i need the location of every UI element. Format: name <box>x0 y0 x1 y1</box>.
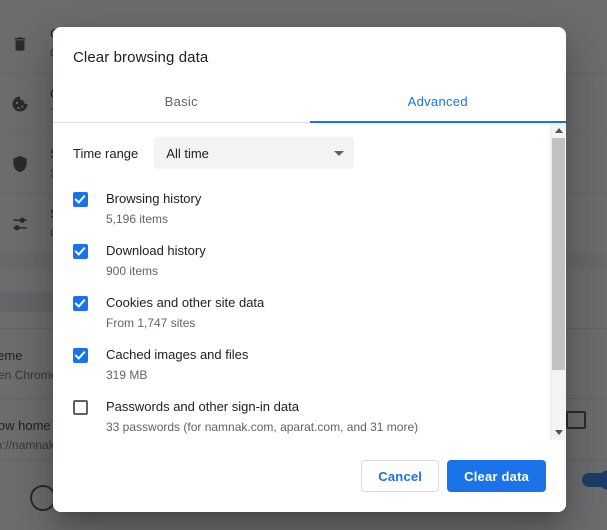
dialog-title: Clear browsing data <box>73 49 209 66</box>
tab-basic[interactable]: Basic <box>53 81 310 122</box>
option-title: Cookies and other site data <box>106 295 265 310</box>
option-title: Passwords and other sign-in data <box>106 399 299 414</box>
option-title: Download history <box>106 243 206 258</box>
dialog-tabs: Basic Advanced <box>53 81 566 123</box>
option-subtitle: 33 passwords (for namnak.com, aparat.com… <box>106 420 419 434</box>
option-text: Passwords and other sign-in data 33 pass… <box>106 398 418 436</box>
option-subtitle: 900 items <box>106 264 159 278</box>
tab-advanced[interactable]: Advanced <box>309 81 567 123</box>
time-range-row: Time range All time <box>53 123 566 175</box>
option-text: Browsing history 5,196 items <box>106 190 201 228</box>
option-cookies[interactable]: Cookies and other site data From 1,747 s… <box>53 287 566 339</box>
checkbox-browsing-history[interactable] <box>73 192 88 207</box>
scrollbar-thumb[interactable] <box>552 138 565 370</box>
checkbox-download-history[interactable] <box>73 244 88 259</box>
checkbox-cached-images[interactable] <box>73 348 88 363</box>
chevron-down-icon <box>334 150 345 156</box>
scroll-up-arrow-icon[interactable] <box>551 123 566 138</box>
option-text: Download history 900 items <box>106 242 206 280</box>
data-type-options-list: Browsing history 5,196 items Download hi… <box>53 175 566 440</box>
time-range-value: All time <box>166 145 209 161</box>
cancel-button[interactable]: Cancel <box>361 460 440 492</box>
option-title: Cached images and files <box>106 347 249 362</box>
option-text: Cached images and files 319 MB <box>106 346 248 384</box>
option-subtitle: From 1,747 sites <box>106 316 196 330</box>
option-download-history[interactable]: Download history 900 items <box>53 235 566 287</box>
time-range-select[interactable]: All time <box>154 137 355 169</box>
option-title: Browsing history <box>106 191 202 206</box>
option-browsing-history[interactable]: Browsing history 5,196 items <box>53 183 566 235</box>
option-subtitle: 5,196 items <box>106 212 169 226</box>
option-cached-images[interactable]: Cached images and files 319 MB <box>53 339 566 391</box>
option-text: Cookies and other site data From 1,747 s… <box>106 294 264 332</box>
clear-data-button[interactable]: Clear data <box>447 460 546 492</box>
clear-browsing-data-dialog: Clear browsing data Basic Advanced Time … <box>53 27 566 512</box>
dialog-body: Time range All time Browsing history 5,1… <box>53 123 566 440</box>
checkbox-cookies[interactable] <box>73 296 88 311</box>
scroll-down-arrow-icon[interactable] <box>551 425 566 440</box>
time-range-label: Time range <box>73 145 139 161</box>
option-subtitle: 319 MB <box>106 368 148 382</box>
dialog-footer: Cancel Clear data <box>53 440 566 512</box>
checkbox-passwords[interactable] <box>73 400 88 415</box>
dialog-scroll-content: Time range All time Browsing history 5,1… <box>53 123 566 440</box>
dialog-scrollbar[interactable] <box>550 123 566 440</box>
option-passwords[interactable]: Passwords and other sign-in data 33 pass… <box>53 391 566 440</box>
